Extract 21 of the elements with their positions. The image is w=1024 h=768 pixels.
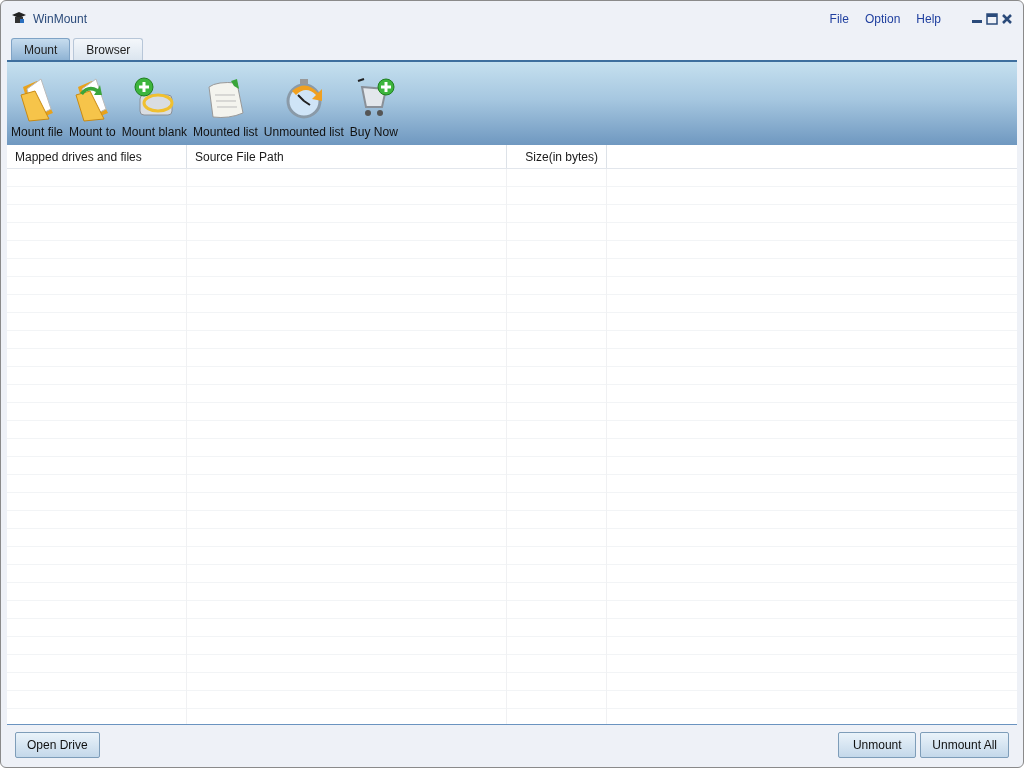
column-header[interactable]: Size(in bytes) (507, 145, 607, 168)
menu-item[interactable]: Option (864, 12, 901, 26)
tab[interactable]: Mount (11, 38, 71, 60)
open-drive-button[interactable]: Open Drive (15, 732, 100, 758)
toolbar-button[interactable]: Unmounted list (263, 73, 344, 139)
toolbar-button[interactable]: Mount file (11, 73, 64, 139)
maximize-icon[interactable] (986, 13, 998, 25)
toolbar-button[interactable]: Buy Now (349, 73, 398, 139)
window-title: WinMount (33, 12, 88, 26)
unmount-button[interactable]: Unmount All (920, 732, 1009, 758)
tab[interactable]: Browser (73, 38, 144, 60)
toolbar-button[interactable]: Mount blank (121, 73, 188, 139)
menu-item[interactable]: Help (916, 12, 941, 26)
graduation-cap-icon (11, 12, 27, 26)
unmount-button[interactable]: Unmount (838, 732, 917, 758)
column-header[interactable]: Source File Path (187, 145, 507, 168)
toolbar-button[interactable]: Mounted list (193, 73, 258, 139)
toolbar-button[interactable]: Mount to (69, 73, 116, 139)
close-icon[interactable] (1001, 13, 1013, 25)
menu-item[interactable]: File (829, 12, 849, 26)
column-header[interactable]: Mapped drives and files (7, 145, 187, 168)
